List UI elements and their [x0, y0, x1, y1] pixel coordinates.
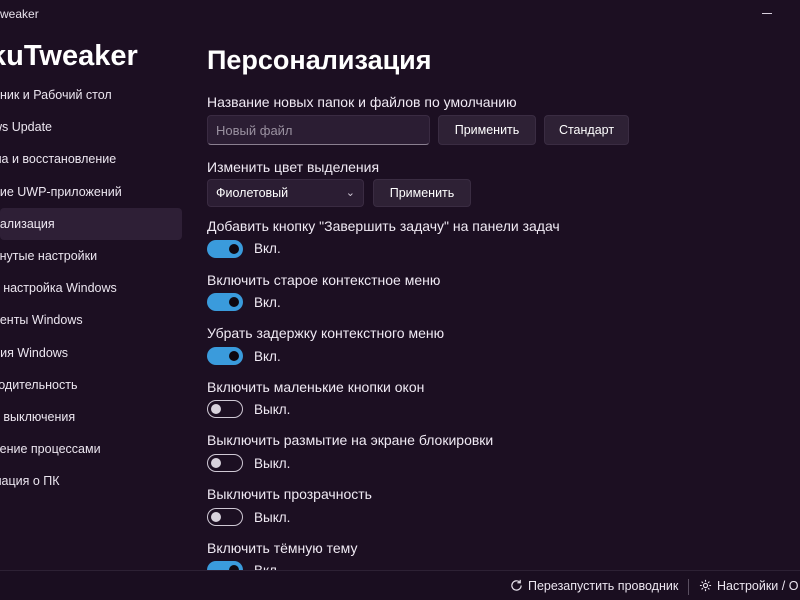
page-title: Персонализация: [207, 45, 432, 75]
lockscreen-blur-toggle[interactable]: [207, 454, 243, 472]
main-content: Персонализация Название новых папок и фа…: [207, 28, 800, 570]
sidebar-item-advanced[interactable]: винутые настройки: [0, 240, 182, 272]
sidebar-item-label: винутые настройки: [0, 248, 98, 263]
sidebar-item-label: оненты Windows: [0, 313, 83, 328]
folder-name-default-button[interactable]: Стандарт: [544, 115, 629, 145]
context-menu-delay-toggle[interactable]: [207, 347, 243, 365]
title-bar: weaker: [0, 0, 800, 28]
sidebar-item-shutdown-timer[interactable]: ер выключения: [0, 401, 182, 433]
sidebar-item-activation[interactable]: ация Windows: [0, 337, 182, 369]
sidebar-item-pc-info[interactable]: рмация о ПК: [0, 465, 182, 497]
sidebar-item-windows-update[interactable]: ows Update: [0, 111, 182, 143]
toggle-label: Выключить прозрачность: [207, 486, 372, 502]
end-task-toggle[interactable]: [207, 240, 243, 258]
sidebar-item-label: ема и восстановление: [0, 152, 117, 167]
sidebar-item-components[interactable]: оненты Windows: [0, 304, 182, 336]
accent-color-value: Фиолетовый: [216, 186, 289, 200]
toggle-state: Вкл.: [254, 349, 281, 364]
accent-color-select[interactable]: Фиолетовый ⌄: [207, 179, 364, 207]
sidebar: kuTweaker одник и Рабочий стол ows Updat…: [0, 28, 190, 570]
sidebar-item-performance[interactable]: зводительность: [0, 369, 182, 401]
bottom-bar: Перезапустить проводник Настройки / О: [0, 570, 800, 600]
restart-explorer-label: Перезапустить проводник: [528, 579, 679, 593]
chevron-down-icon: ⌄: [345, 187, 355, 199]
sidebar-item-label: ация Windows: [0, 345, 69, 360]
sidebar-item-label: ение UWP-приложений: [0, 184, 122, 199]
sidebar-item-system-restore[interactable]: ема и восстановление: [0, 143, 182, 175]
sidebar-item-label: рмация о ПК: [0, 474, 60, 489]
sidebar-item-label: ая настройка Windows: [0, 281, 117, 296]
window-title: weaker: [0, 7, 39, 21]
sidebar-item-label: вление процессами: [0, 442, 101, 457]
sidebar-item-explorer[interactable]: одник и Рабочий стол: [0, 79, 182, 111]
toggle-state: Вкл.: [254, 295, 281, 310]
sidebar-item-quick-setup[interactable]: ая настройка Windows: [0, 272, 182, 304]
transparency-toggle[interactable]: [207, 508, 243, 526]
settings-label: Настройки / О: [717, 579, 799, 593]
accent-color-label: Изменить цвет выделения: [207, 159, 380, 175]
dark-theme-toggle[interactable]: [207, 561, 243, 570]
folder-name-apply-button[interactable]: Применить: [438, 115, 536, 145]
sidebar-item-personalization[interactable]: онализация: [0, 207, 182, 240]
sidebar-item-label: зводительность: [0, 377, 78, 392]
folder-name-label: Название новых папок и файлов по умолчан…: [207, 94, 517, 110]
toggle-state: Вкл.: [254, 563, 281, 570]
sidebar-item-label: онализация: [0, 216, 55, 231]
gear-icon: [699, 579, 712, 592]
toggle-state: Выкл.: [254, 402, 291, 417]
toggle-label: Добавить кнопку "Завершить задачу" на па…: [207, 218, 560, 234]
folder-name-input[interactable]: [207, 115, 430, 145]
toggle-label: Выключить размытие на экране блокировки: [207, 432, 494, 448]
accent-color-apply-button[interactable]: Применить: [373, 179, 471, 207]
sidebar-nav: одник и Рабочий стол ows Update ема и во…: [0, 79, 182, 497]
refresh-icon: [511, 579, 522, 591]
sidebar-item-label: ер выключения: [0, 409, 76, 424]
minimize-button[interactable]: [762, 13, 772, 14]
old-context-menu-toggle[interactable]: [207, 293, 243, 311]
app-title: kuTweaker: [0, 40, 138, 72]
sidebar-item-label: ows Update: [0, 120, 53, 135]
toggle-state: Выкл.: [254, 456, 291, 471]
divider: [688, 579, 689, 595]
toggle-label: Включить старое контекстное меню: [207, 272, 441, 288]
toggle-label: Убрать задержку контекстного меню: [207, 325, 445, 341]
sidebar-item-label: одник и Рабочий стол: [0, 88, 112, 102]
toggle-state: Выкл.: [254, 510, 291, 525]
toggle-label: Включить тёмную тему: [207, 540, 358, 556]
sidebar-item-processes[interactable]: вление процессами: [0, 433, 182, 465]
small-window-buttons-toggle[interactable]: [207, 400, 243, 418]
toggle-label: Включить маленькие кнопки окон: [207, 379, 425, 395]
sidebar-item-uwp-apps[interactable]: ение UWP-приложений: [0, 176, 182, 208]
toggle-state: Вкл.: [254, 241, 281, 256]
